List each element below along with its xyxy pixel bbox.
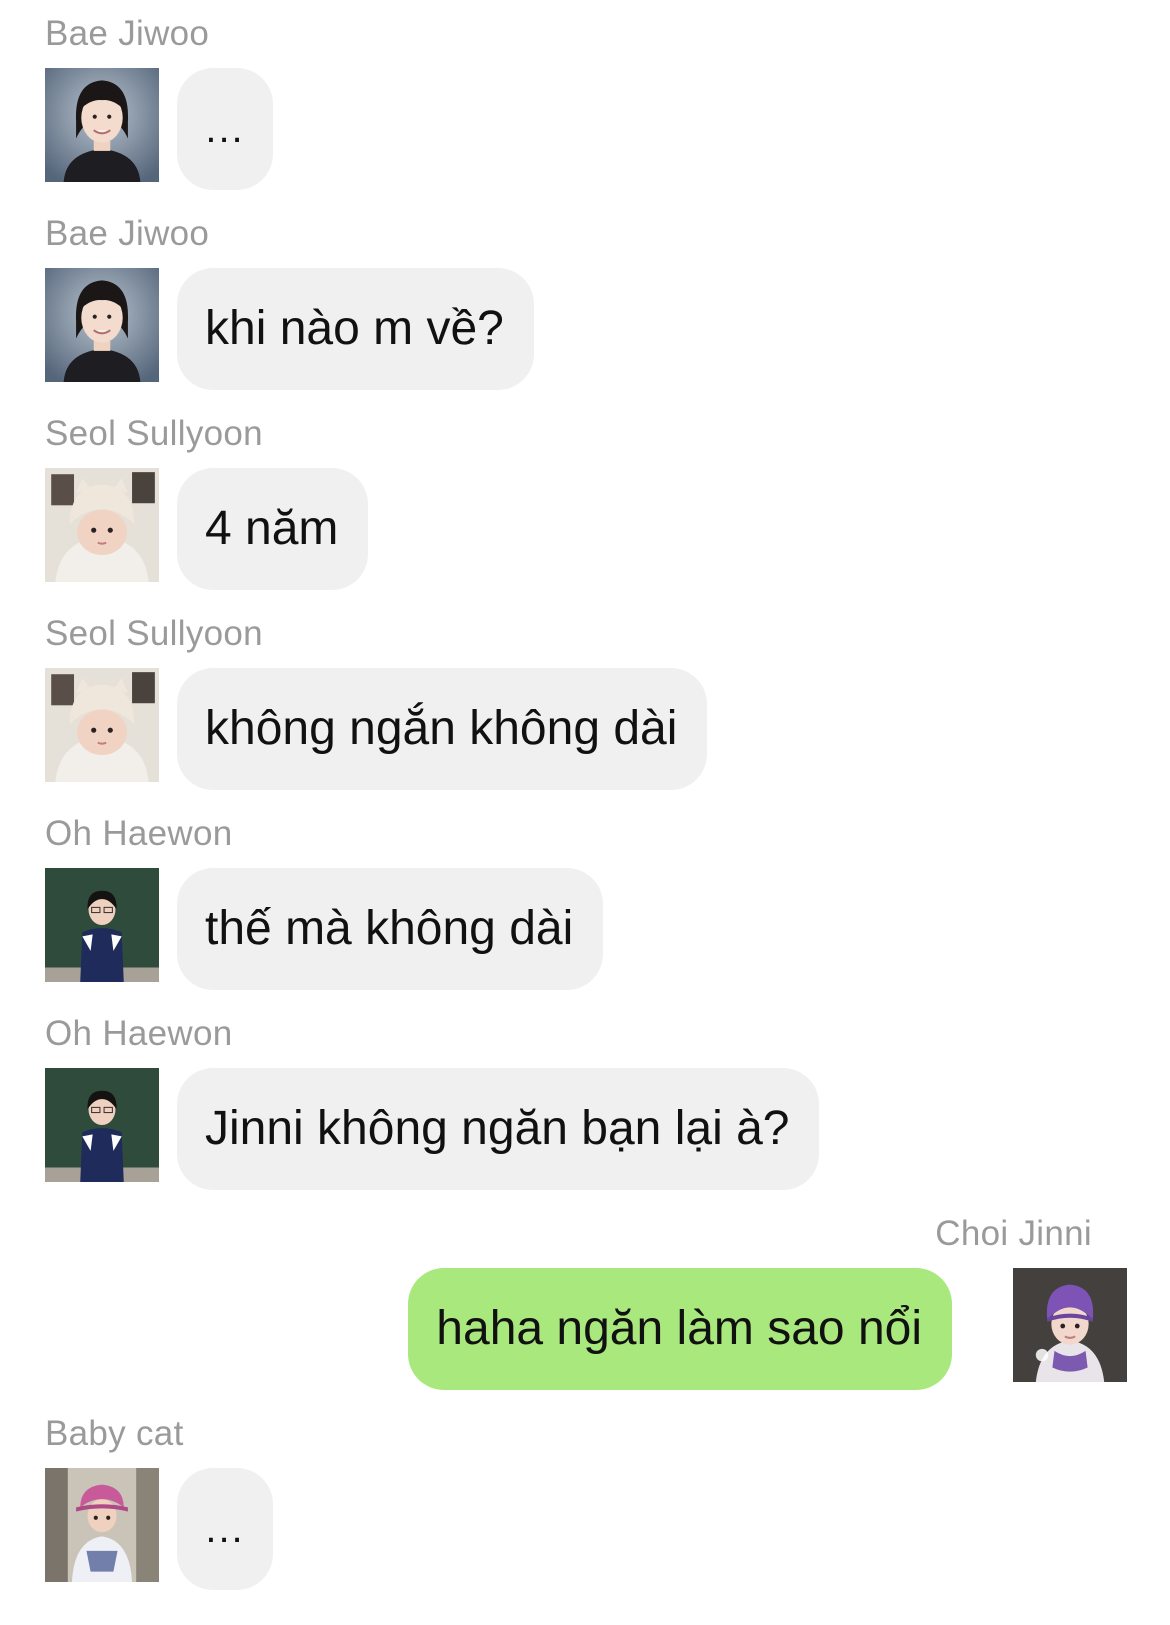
message-bubble[interactable]: 4 năm — [177, 468, 369, 590]
message-row: Choi Jinni haha ngăn làm sao nổi — [0, 1200, 1170, 1400]
child-chalkboard-avatar[interactable] — [45, 868, 159, 982]
message-bubble[interactable]: khi nào m về? — [177, 268, 534, 390]
girl-portrait-avatar[interactable] — [45, 268, 159, 382]
message-row: Oh Haewon thế mà không dài — [0, 800, 1170, 1000]
sender-name: Baby cat — [45, 1414, 184, 1453]
sender-name: Seol Sullyoon — [45, 614, 263, 653]
baby-hat-avatar[interactable] — [45, 468, 159, 582]
child-chalkboard-avatar[interactable] — [45, 1068, 159, 1182]
sender-name: Oh Haewon — [45, 1014, 233, 1053]
message-row: Baby cat ... — [0, 1400, 1170, 1600]
girl-portrait-avatar[interactable] — [45, 68, 159, 182]
sender-name: Oh Haewon — [45, 814, 233, 853]
message-bubble[interactable]: thế mà không dài — [177, 868, 604, 990]
message-bubble[interactable]: không ngắn không dài — [177, 668, 708, 790]
sender-name: Bae Jiwoo — [45, 14, 210, 53]
message-row: Seol Sullyoon 4 năm — [0, 400, 1170, 600]
message-row: Seol Sullyoon không ngắn không dài — [0, 600, 1170, 800]
purple-beanie-avatar[interactable] — [1013, 1268, 1127, 1382]
chat-thread: Bae Jiwoo ... Bae Jiwoo khi nào m về? Se… — [0, 0, 1170, 1625]
message-bubble[interactable]: Jinni không ngăn bạn lại à? — [177, 1068, 820, 1190]
sender-name: Bae Jiwoo — [45, 214, 210, 253]
message-row: Bae Jiwoo khi nào m về? — [0, 200, 1170, 400]
sender-name: Seol Sullyoon — [45, 414, 263, 453]
message-bubble[interactable]: haha ngăn làm sao nổi — [408, 1268, 952, 1390]
message-row: Bae Jiwoo ... — [0, 0, 1170, 200]
message-bubble[interactable]: ... — [177, 1468, 273, 1590]
baby-hat-avatar[interactable] — [45, 668, 159, 782]
message-row: Oh Haewon Jinni không ngăn bạn lại à? — [0, 1000, 1170, 1200]
child-pink-hat-avatar[interactable] — [45, 1468, 159, 1582]
sender-name: Choi Jinni — [935, 1214, 1092, 1253]
message-bubble[interactable]: ... — [177, 68, 273, 190]
